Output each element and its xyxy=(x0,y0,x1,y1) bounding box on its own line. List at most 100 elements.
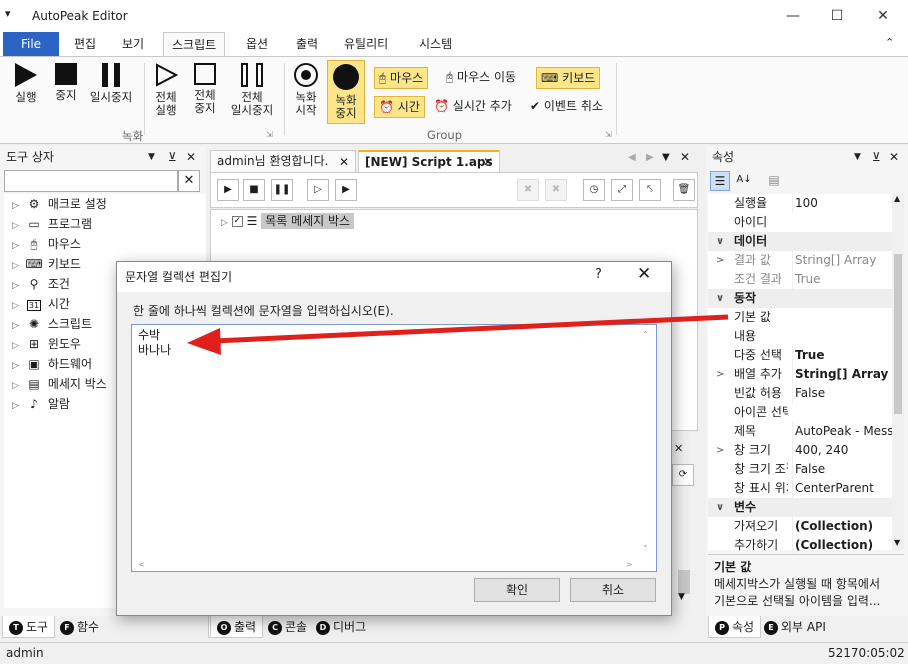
mouse-move-toggle[interactable]: 🖰 마우스 이동 xyxy=(442,67,520,89)
dialog-launcher-icon[interactable]: ⇲ xyxy=(266,130,273,139)
tab-options[interactable]: 옵션 xyxy=(238,32,276,56)
property-row[interactable]: 내용 xyxy=(708,327,892,346)
scroll-right-icon[interactable]: > xyxy=(626,557,633,572)
property-value[interactable]: String[] Array xyxy=(792,365,892,384)
pin-icon[interactable]: ⊻ xyxy=(872,146,881,168)
scrollbar-thumb[interactable] xyxy=(678,570,690,594)
run-button[interactable]: 실행 xyxy=(12,61,40,104)
sort-alpha-icon[interactable]: A↓ xyxy=(734,171,754,191)
dropdown-icon[interactable]: ▼ xyxy=(148,146,155,168)
tab-output[interactable]: O 출력 xyxy=(210,616,264,638)
tree-item-time[interactable]: ▷ 31 시간 xyxy=(12,294,70,314)
string-list-textarea[interactable]: 수박 바나나 ⌃ ⌄ < > xyxy=(131,324,657,572)
property-value[interactable]: (Collection) xyxy=(792,517,892,536)
close-icon[interactable]: ✕ xyxy=(339,152,349,172)
property-value[interactable]: AutoPeak - Message xyxy=(792,422,892,441)
tab-utility[interactable]: 유틸리티 xyxy=(336,32,396,56)
expand-icon[interactable]: > xyxy=(716,365,724,384)
tab-output[interactable]: 출력 xyxy=(288,32,326,56)
scroll-left-icon[interactable]: < xyxy=(138,557,145,572)
expand-button[interactable]: ⤢ xyxy=(611,179,633,201)
collapse-icon[interactable]: ∨ xyxy=(716,498,724,517)
pause-button[interactable]: 일시중지 xyxy=(86,61,136,104)
expand-icon[interactable]: ▷ xyxy=(221,218,228,228)
collapse-ribbon-icon[interactable]: ⌃ xyxy=(885,36,894,49)
script-tree-item[interactable]: ▷ ✓ ☰ 목록 메세지 박스 xyxy=(221,212,355,230)
property-row[interactable]: 창 크기 조절 False xyxy=(708,460,892,479)
refresh-button[interactable]: ⟳ xyxy=(672,464,694,486)
toolbox-search-input[interactable] xyxy=(4,170,178,192)
cancel-button[interactable]: 취소 xyxy=(570,578,656,602)
property-category[interactable]: ∨ 변수 xyxy=(708,498,892,517)
property-value[interactable]: 100 xyxy=(792,194,892,213)
collapse-icon[interactable]: ∨ xyxy=(716,289,724,308)
tab-external-api[interactable]: E 외부 API xyxy=(758,616,832,638)
record-stop-button[interactable]: 녹화 중지 xyxy=(327,60,365,124)
property-value[interactable]: False xyxy=(792,460,892,479)
scroll-right-icon[interactable]: ▶ xyxy=(646,152,654,163)
tab-view[interactable]: 보기 xyxy=(114,32,152,56)
expand-icon[interactable]: > xyxy=(716,441,724,460)
property-row[interactable]: 가져오기 (Collection) xyxy=(708,517,892,536)
step-button[interactable]: ▷ xyxy=(307,179,329,201)
scroll-down-icon[interactable]: ▼ xyxy=(678,592,685,602)
remove-all-button[interactable]: ✖ xyxy=(545,179,567,201)
property-row[interactable]: 빈값 허용 False xyxy=(708,384,892,403)
property-row[interactable]: 다중 선택 True xyxy=(708,346,892,365)
close-button[interactable]: ✕ xyxy=(860,0,906,32)
tree-item-program[interactable]: ▷ ▭ 프로그램 xyxy=(12,214,92,234)
tab-system[interactable]: 시스템 xyxy=(411,32,460,56)
dialog-close-button[interactable]: ✕ xyxy=(637,264,651,284)
property-row[interactable]: 제목 AutoPeak - Message xyxy=(708,422,892,441)
clear-search-button[interactable]: ✕ xyxy=(178,170,200,192)
pin-icon[interactable]: ⊻ xyxy=(168,146,177,168)
tree-item-alarm[interactable]: ▷ ♪ 알람 xyxy=(12,394,70,414)
tab-debug[interactable]: D 디버그 xyxy=(310,616,372,638)
property-value[interactable]: False xyxy=(792,384,892,403)
delete-button[interactable]: 🗑 xyxy=(673,179,695,201)
tab-console[interactable]: C 콘솔 xyxy=(262,616,313,638)
property-value[interactable]: (Collection) xyxy=(792,536,892,555)
dropdown-icon[interactable]: ▼ xyxy=(854,146,861,168)
tree-item-window[interactable]: ▷ ⊞ 윈도우 xyxy=(12,334,81,354)
property-row[interactable]: 아이디 xyxy=(708,213,892,232)
tab-edit[interactable]: 편집 xyxy=(66,32,104,56)
scroll-down-icon[interactable]: ▼ xyxy=(894,538,900,547)
run-to-button[interactable]: ▶ xyxy=(335,179,357,201)
pause-script-button[interactable]: ❚❚ xyxy=(271,179,293,201)
property-value[interactable]: 400, 240 xyxy=(792,441,892,460)
event-cancel-toggle[interactable]: ✔ 이벤트 취소 xyxy=(526,96,607,118)
ok-button[interactable]: 확인 xyxy=(474,578,560,602)
checkbox-icon[interactable]: ✓ xyxy=(231,216,243,227)
pause-all-button[interactable]: 전체 일시중지 xyxy=(226,61,278,117)
tab-welcome[interactable]: admin님 환영합니다. ✕ xyxy=(210,150,356,172)
realtime-add-toggle[interactable]: ⏰ 실시간 추가 xyxy=(430,96,516,118)
remove-button[interactable]: ✖ xyxy=(517,179,539,201)
collapse-icon[interactable]: ∨ xyxy=(716,232,724,251)
scrollbar-thumb[interactable] xyxy=(894,254,902,414)
property-scrollbar[interactable]: ▲ ▼ xyxy=(892,194,904,550)
tree-item-macro-settings[interactable]: ▷ ⚙ 매크로 설정 xyxy=(12,194,107,214)
help-button[interactable]: ? xyxy=(595,267,602,282)
close-icon[interactable]: ✕ xyxy=(674,442,683,455)
property-row[interactable]: 창 표시 위치 CenterParent xyxy=(708,479,892,498)
dialog-launcher-icon[interactable]: ⇲ xyxy=(605,130,612,139)
property-value[interactable]: True xyxy=(792,346,892,365)
record-start-button[interactable]: 녹화 시작 xyxy=(290,61,322,117)
time-toggle[interactable]: ⏰ 시간 xyxy=(374,96,425,118)
expand-icon[interactable]: > xyxy=(716,251,724,270)
run-script-button[interactable]: ▶ xyxy=(217,179,239,201)
property-row[interactable]: > 창 크기 400, 240 xyxy=(708,441,892,460)
system-menu-icon[interactable]: ▾ xyxy=(5,7,11,20)
property-value[interactable]: String[] Array xyxy=(792,251,892,270)
minimize-button[interactable]: — xyxy=(770,0,816,32)
tree-item-condition[interactable]: ▷ ⚲ 조건 xyxy=(12,274,70,294)
tree-item-mouse[interactable]: ▷ 🖰 마우스 xyxy=(12,234,81,254)
tab-tools[interactable]: T 도구 xyxy=(2,616,56,638)
keyboard-toggle[interactable]: ⌨ 키보드 xyxy=(536,67,601,89)
tab-properties[interactable]: P 속성 xyxy=(708,616,762,638)
property-row[interactable]: > 배열 추가 String[] Array xyxy=(708,365,892,384)
tree-item-message-box[interactable]: ▷ ▤ 메세지 박스 xyxy=(12,374,107,394)
property-row[interactable]: 아이콘 선택 xyxy=(708,403,892,422)
stop-script-button[interactable]: ■ xyxy=(243,179,265,201)
